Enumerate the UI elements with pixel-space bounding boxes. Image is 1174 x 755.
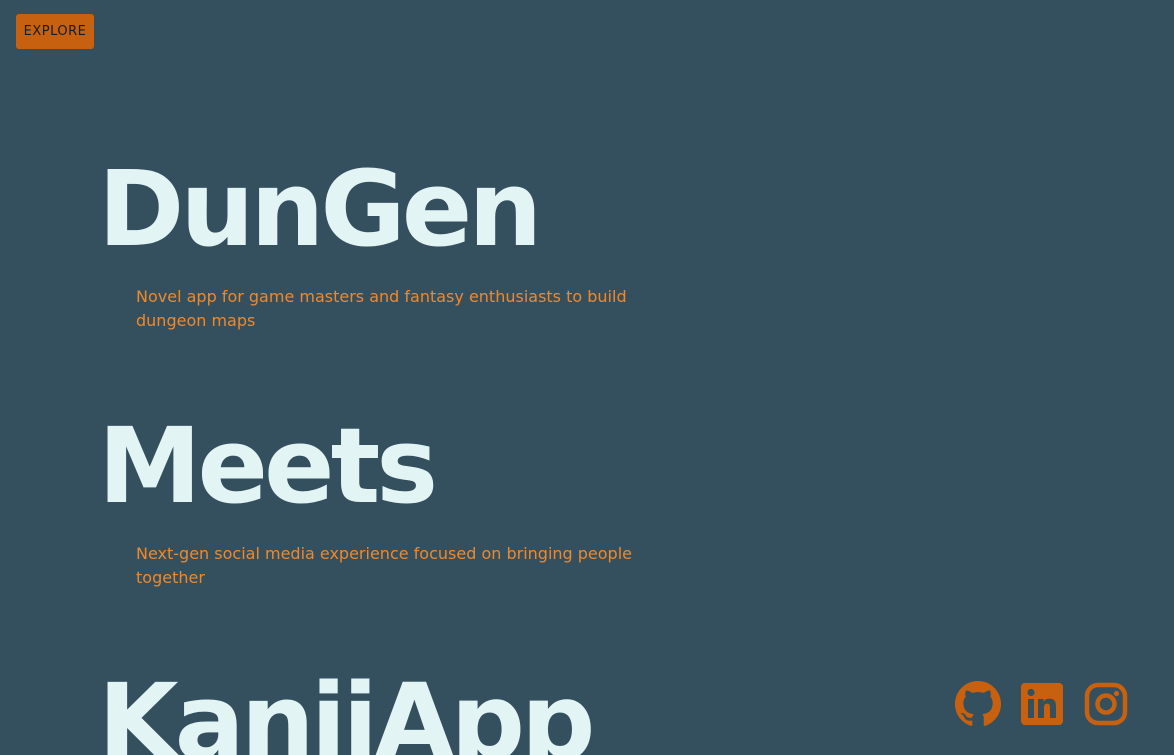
instagram-link[interactable] (1083, 681, 1129, 727)
project-title[interactable]: DunGen (98, 157, 636, 261)
instagram-icon (1084, 682, 1128, 726)
github-icon (955, 681, 1001, 726)
social-links (955, 681, 1129, 727)
project-title[interactable]: KanjiApp (98, 670, 595, 755)
project-meets: Meets Next-gen social media experience f… (98, 414, 636, 590)
project-description: Novel app for game masters and fantasy e… (136, 287, 627, 330)
project-title[interactable]: Meets (98, 414, 636, 518)
github-link[interactable] (955, 681, 1001, 727)
project-description: Next-gen social media experience focused… (136, 544, 632, 587)
linkedin-link[interactable] (1019, 681, 1065, 727)
project-dungen: DunGen Novel app for game masters and fa… (98, 157, 636, 333)
project-kanjiapp: KanjiApp (98, 670, 595, 755)
explore-button[interactable]: EXPLORE (16, 14, 94, 49)
linkedin-icon (1021, 683, 1063, 725)
